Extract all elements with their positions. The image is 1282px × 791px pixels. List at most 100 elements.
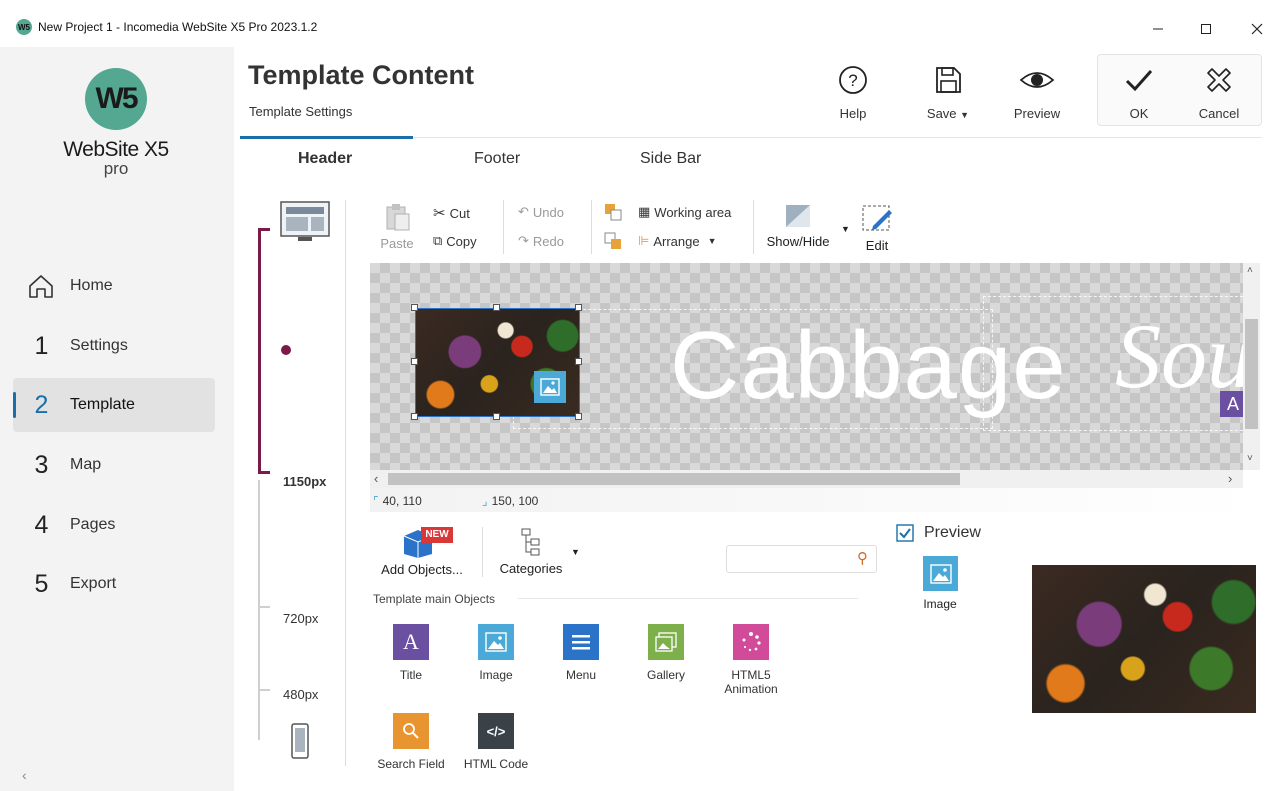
scroll-thumb[interactable]: [388, 473, 960, 485]
tab-footer[interactable]: Footer: [474, 150, 520, 168]
add-objects-label: Add Objects...: [381, 562, 463, 577]
object-search-field[interactable]: Search Field: [376, 713, 446, 771]
copy-icon: ⧉: [433, 233, 443, 248]
nav-item-map[interactable]: 3 Map: [13, 438, 215, 492]
horizontal-scrollbar[interactable]: ‹ ›: [370, 470, 1243, 488]
arrange-icon: ⊫: [638, 233, 650, 248]
cancel-icon: [1207, 68, 1231, 92]
chevron-down-icon[interactable]: ▼: [841, 224, 850, 234]
categories-button[interactable]: Categories: [496, 527, 566, 576]
redo-label: Redo: [532, 233, 564, 249]
scroll-left-icon[interactable]: ‹: [374, 471, 378, 486]
object-menu[interactable]: Menu: [546, 624, 616, 682]
nav-number: 5: [34, 569, 49, 598]
redo-button[interactable]: ↷ Redo: [518, 233, 564, 249]
text-object-badge: A: [1220, 391, 1243, 417]
preview-checkbox-label: Preview: [924, 524, 981, 541]
preview-label: Preview: [1013, 106, 1061, 121]
mobile-view-icon[interactable]: [290, 723, 310, 761]
tab-header[interactable]: Header: [298, 150, 352, 168]
object-html5-animation[interactable]: HTML5 Animation: [716, 624, 786, 696]
cut-button[interactable]: ✂ Cut: [433, 204, 470, 222]
bring-forward-icon[interactable]: [604, 203, 622, 221]
chevron-down-icon[interactable]: ▼: [571, 547, 580, 557]
desktop-view-icon[interactable]: [280, 201, 330, 243]
arrange-button[interactable]: ⊫ Arrange ▼: [638, 233, 717, 249]
object-label: Menu: [565, 668, 597, 682]
section-title: Template main Objects: [373, 592, 496, 606]
categories-icon: [521, 528, 540, 556]
chevron-down-icon: ▼: [707, 236, 717, 246]
tab-side-bar[interactable]: Side Bar: [640, 150, 701, 168]
nav-item-pages[interactable]: 4 Pages: [13, 498, 215, 552]
edit-button[interactable]: Edit: [858, 204, 896, 253]
sidebar: W5 WebSite X5 pro Home 1 Settings 2 Temp…: [0, 47, 234, 791]
undo-button[interactable]: ↶ Undo: [518, 204, 564, 220]
nav-label: Map: [70, 456, 102, 473]
search-icon: [393, 713, 429, 749]
nav-item-template[interactable]: 2 Template: [13, 378, 215, 432]
object-html-code[interactable]: </> HTML Code: [461, 713, 531, 771]
scroll-down-icon[interactable]: ˅: [1247, 453, 1253, 464]
close-window-button[interactable]: [1234, 14, 1280, 44]
nav-number: 4: [34, 510, 49, 539]
breakpoint-bracket: [258, 228, 270, 474]
gallery-icon: [648, 624, 684, 660]
animation-icon: [733, 624, 769, 660]
preview-object-icon: [923, 556, 958, 591]
object-image[interactable]: Image: [461, 624, 531, 682]
ok-button[interactable]: OK: [1118, 64, 1160, 122]
resize-handle[interactable]: [411, 304, 418, 311]
resize-handle[interactable]: [575, 358, 582, 365]
object-label: Title: [399, 668, 423, 682]
collapse-sidebar-button[interactable]: ‹: [22, 767, 27, 783]
header-canvas[interactable]: Cabbage Sou A: [370, 263, 1243, 470]
working-area-button[interactable]: ▦ Working area: [638, 204, 731, 220]
resize-handle[interactable]: [575, 304, 582, 311]
cancel-button[interactable]: Cancel: [1196, 64, 1242, 122]
arrange-label: Arrange: [653, 233, 700, 249]
nav-item-settings[interactable]: 1 Settings: [13, 319, 215, 373]
new-badge: NEW: [421, 527, 453, 543]
object-label: HTML5 Animation: [724, 668, 778, 696]
preview-checkbox[interactable]: Preview: [896, 524, 981, 542]
help-button[interactable]: ? Help: [832, 64, 874, 122]
search-icon[interactable]: ⚲: [857, 549, 868, 567]
size-value: 150, 100: [491, 494, 539, 508]
send-backward-icon[interactable]: [604, 232, 622, 250]
save-icon: [936, 67, 961, 93]
resize-handle[interactable]: [411, 413, 418, 420]
image-icon: [540, 378, 560, 396]
object-title[interactable]: A Title: [376, 624, 446, 682]
vertical-scrollbar[interactable]: ˄ ˅: [1243, 263, 1260, 470]
save-label: Save: [926, 106, 957, 121]
copy-label: Copy: [446, 233, 477, 249]
scroll-right-icon[interactable]: ›: [1228, 471, 1232, 486]
scroll-thumb[interactable]: [1245, 319, 1258, 429]
resize-handle[interactable]: [493, 413, 500, 420]
nav-item-export[interactable]: 5 Export: [13, 557, 215, 611]
object-search-field[interactable]: ⚲: [726, 545, 877, 573]
check-icon: [1125, 70, 1153, 92]
breakpoint-phone-label: 480px: [283, 687, 319, 702]
logo: W5: [85, 68, 147, 130]
canvas-title-text: Cabbage: [670, 312, 1067, 419]
paste-button[interactable]: Paste: [378, 202, 416, 251]
resize-handle[interactable]: [575, 413, 582, 420]
object-gallery[interactable]: Gallery: [631, 624, 701, 682]
scroll-up-icon[interactable]: ˄: [1247, 265, 1253, 276]
resize-handle[interactable]: [493, 304, 500, 311]
show-hide-button[interactable]: Show/Hide: [762, 204, 834, 249]
search-input[interactable]: [733, 546, 851, 572]
tab-active-indicator: [240, 136, 413, 139]
resize-handle[interactable]: [411, 358, 418, 365]
copy-button[interactable]: ⧉ Copy: [433, 233, 477, 249]
maximize-button[interactable]: [1183, 14, 1229, 44]
minimize-button[interactable]: [1135, 14, 1181, 44]
nav-item-home[interactable]: Home: [13, 259, 215, 313]
preview-button[interactable]: Preview: [1010, 64, 1064, 122]
size-readout: ⌟ 150, 100: [482, 494, 538, 508]
breakpoint-marker[interactable]: [281, 345, 291, 355]
maximize-icon: [1201, 24, 1211, 34]
save-button[interactable]: Save ▼: [922, 64, 974, 122]
